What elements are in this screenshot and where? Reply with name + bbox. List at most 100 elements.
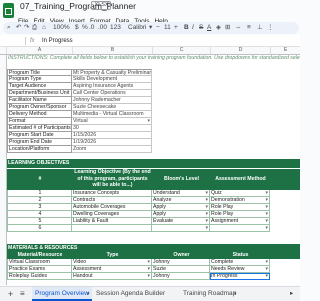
column-header-b[interactable]: B <box>72 47 152 54</box>
mat-header-status: Status <box>210 252 270 259</box>
number-format-button[interactable]: 123 <box>110 22 121 34</box>
instructions-text: INSTRUCTIONS: Complete all fields below … <box>8 55 300 61</box>
lo-objective[interactable]: Contracts <box>72 197 152 204</box>
lo-assessment-select[interactable]: Assignment <box>210 218 270 225</box>
print-icon[interactable]: ⎙ <box>32 22 37 34</box>
font-size-increase-icon[interactable]: + <box>174 22 178 34</box>
zoom-select[interactable]: 100% <box>53 22 70 34</box>
star-icon[interactable]: ☆ <box>105 0 112 9</box>
column-header-d[interactable]: D <box>210 47 270 54</box>
program-field-value[interactable]: Suzie Cheesecake <box>72 104 152 111</box>
program-field-value[interactable]: Aspiring Insurance Agents <box>72 83 152 90</box>
material-owner[interactable]: Johnny <box>152 273 210 280</box>
chevron-down-icon[interactable]: ▾ <box>149 22 152 34</box>
font-family-select[interactable]: Calibri <box>128 22 146 34</box>
material-status-select[interactable]: Complete <box>210 259 270 266</box>
lo-header-spacer <box>270 169 300 190</box>
lo-number: 5 <box>7 218 72 225</box>
material-name[interactable]: Practice Exams <box>7 266 72 273</box>
lo-assessment-select[interactable]: Quiz <box>210 190 270 197</box>
scroll-tabs-right-button[interactable]: ▸ <box>290 287 293 301</box>
lo-assessment-select[interactable]: Role Play <box>210 204 270 211</box>
font-size-decrease-icon[interactable]: − <box>156 22 160 34</box>
program-field-value[interactable]: Call Center Operations <box>72 90 152 97</box>
program-field-value[interactable]: Johnny Rademacher <box>72 97 152 104</box>
lo-bloom-select[interactable]: Apply <box>152 204 210 211</box>
material-status-select[interactable]: In Progress <box>210 273 270 280</box>
row-headers[interactable] <box>0 55 7 285</box>
lo-assessment-select[interactable] <box>210 225 270 232</box>
tab-training-roadmap[interactable]: Training Roadmap <box>183 287 236 301</box>
program-field-value[interactable]: 30 <box>72 125 152 132</box>
program-field-value[interactable]: 1/15/2026 <box>72 132 152 139</box>
lo-bloom-select[interactable]: Evaluate <box>152 218 210 225</box>
material-type-select[interactable]: Assessment <box>72 266 152 273</box>
format-percent-button[interactable]: % <box>82 22 88 34</box>
program-field-value[interactable]: Multimedia - Virtual Classroom <box>72 111 152 118</box>
lo-header-bloom: Bloom's Level <box>152 169 210 190</box>
material-type-select[interactable]: Handout <box>72 273 152 280</box>
tab-menu-chevron-icon[interactable]: ▾ <box>234 287 237 301</box>
increase-decimal-button[interactable]: .00 <box>98 22 107 34</box>
horizontal-align-icon[interactable]: ≡ <box>247 22 251 34</box>
paint-format-icon[interactable]: ⌂ <box>42 22 46 34</box>
lo-objective[interactable]: Insurance Concepts <box>72 190 152 197</box>
material-owner[interactable]: Suzie <box>152 266 210 273</box>
undo-icon[interactable]: ↶ <box>16 22 21 34</box>
program-field-label: Facilitator Name <box>7 97 72 104</box>
add-sheet-button[interactable]: + <box>8 287 13 301</box>
material-status-select[interactable]: Needs Review <box>210 266 270 273</box>
tab-session-agenda-builder[interactable]: Session Agenda Builder <box>96 287 165 301</box>
lo-objective[interactable]: Liability & Fault <box>72 218 152 225</box>
lo-bloom-select[interactable]: Analyze <box>152 197 210 204</box>
name-box[interactable] <box>3 37 26 45</box>
tab-menu-chevron-icon[interactable]: ▾ <box>87 287 90 301</box>
vertical-align-icon[interactable]: ⊥ <box>257 22 263 34</box>
redo-icon[interactable]: ↷ <box>24 22 29 34</box>
column-header-a[interactable]: A <box>6 47 72 54</box>
lo-bloom-select[interactable]: Apply <box>152 211 210 218</box>
material-owner[interactable]: Johnny <box>152 259 210 266</box>
fill-color-icon[interactable]: ◈ <box>216 22 221 34</box>
program-field-label: Estimated # of Participants <box>7 125 72 132</box>
lo-objective[interactable]: Automobile Coverages <box>72 204 152 211</box>
italic-button[interactable]: I <box>192 22 194 34</box>
program-field-value[interactable]: Skills Development <box>72 76 152 83</box>
text-color-button[interactable]: A <box>207 22 211 34</box>
column-header-e[interactable]: E <box>270 47 300 54</box>
more-options-icon[interactable]: ⋮ <box>267 22 274 34</box>
lo-objective[interactable]: Dwelling Coverages <box>72 211 152 218</box>
program-field-label: Format <box>7 118 72 125</box>
strikethrough-button[interactable]: S <box>199 22 203 34</box>
materials-section-title: MATERIALS & RESOURCES <box>7 244 300 252</box>
program-field-value[interactable]: Zoom <box>72 146 152 153</box>
spreadsheet-grid[interactable]: A B C D E INSTRUCTIONS: Complete all fie… <box>0 47 300 285</box>
program-field-value[interactable]: 1/19/2026 <box>72 139 152 146</box>
tab-program-overview[interactable]: Program Overview <box>32 287 92 301</box>
mat-header-type: Type <box>72 252 152 259</box>
decrease-decimal-button[interactable]: .0 <box>89 22 94 34</box>
font-size-input[interactable]: 11 <box>164 22 171 34</box>
lo-assessment-select[interactable]: Demonstration <box>210 197 270 204</box>
lo-objective[interactable] <box>72 225 152 232</box>
formula-input[interactable]: In Progress <box>42 37 73 45</box>
program-field-value[interactable]: Virtual <box>72 118 152 125</box>
program-field-value[interactable]: Mt Property & Casualty Preliminary <box>72 69 152 76</box>
material-name[interactable]: Roleplay Guides <box>7 273 72 280</box>
sheet-tabs-bar: + ≡ Program Overview ▾ Session Agenda Bu… <box>0 286 300 301</box>
all-sheets-button[interactable]: ≡ <box>20 287 25 301</box>
merge-cells-icon[interactable]: ⇔ <box>235 22 242 34</box>
format-currency-button[interactable]: $ <box>75 22 79 34</box>
column-header-c[interactable]: C <box>152 47 210 54</box>
lo-assessment-select[interactable]: Role Play <box>210 211 270 218</box>
lo-bloom-select[interactable]: Understand <box>152 190 210 197</box>
mat-header-spacer <box>270 252 300 259</box>
sheets-logo-icon[interactable] <box>3 3 14 18</box>
search-menus-icon[interactable]: ⌕ <box>7 22 11 34</box>
material-name[interactable]: Virtual Classroom <box>7 259 72 266</box>
bold-button[interactable]: B <box>184 22 189 34</box>
lo-header-assessment: Assessment Method <box>210 169 270 190</box>
lo-bloom-select[interactable] <box>152 225 210 232</box>
borders-icon[interactable]: ⊞ <box>225 22 230 34</box>
material-type-select[interactable]: Video <box>72 259 152 266</box>
